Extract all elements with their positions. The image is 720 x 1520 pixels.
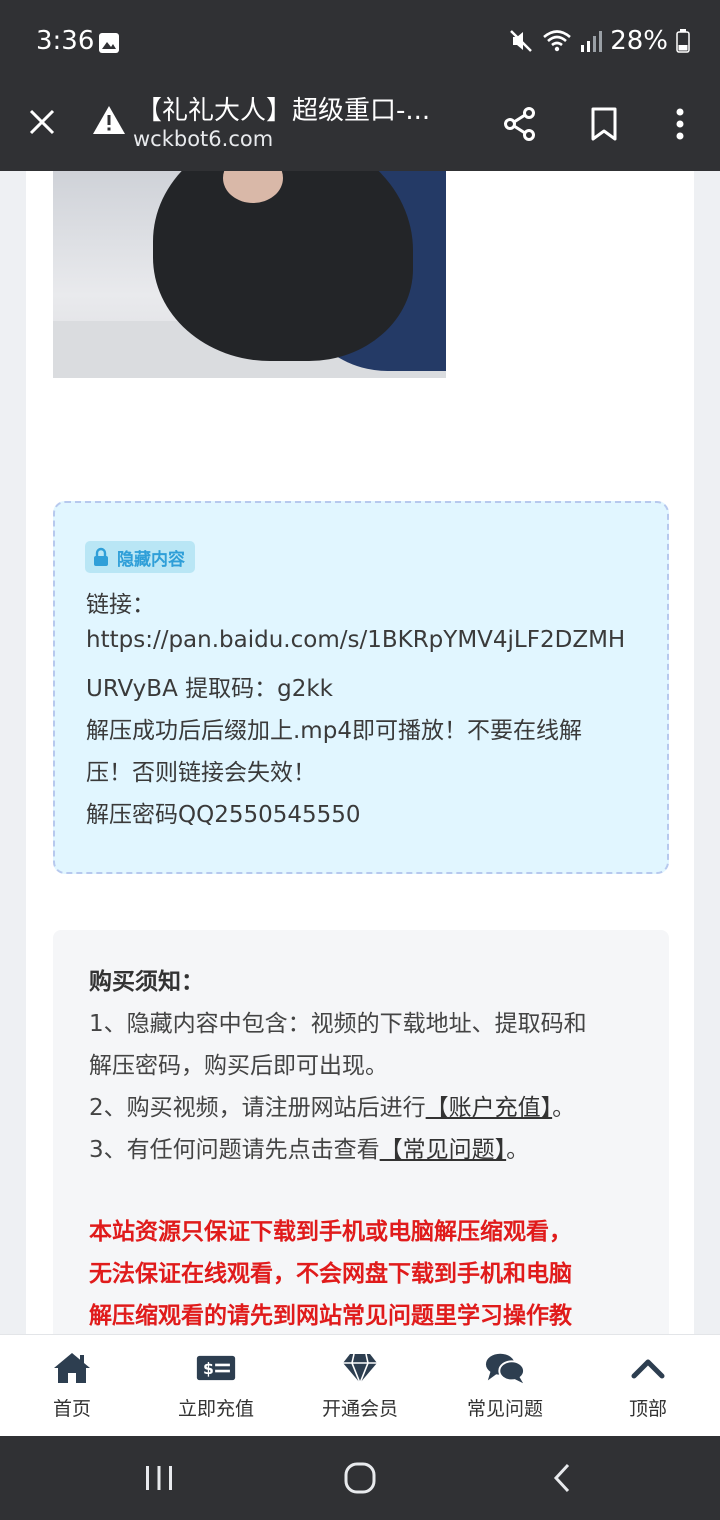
article-photo[interactable] — [53, 171, 446, 378]
notice-item2-suffix: 。 — [552, 1095, 576, 1121]
page-domain[interactable]: wckbot6.com — [133, 127, 273, 151]
recent-apps-button[interactable] — [129, 1456, 189, 1500]
nav-home-label: 首页 — [52, 1398, 91, 1420]
nav-vip[interactable]: 开通会员 — [300, 1335, 420, 1435]
notice-item2-text: 2、购买视频，请注册网站后进行 — [89, 1095, 426, 1121]
gallery-notification-icon — [99, 33, 119, 53]
hidden-content-badge-label: 隐藏内容 — [117, 549, 185, 570]
home-circle-icon — [344, 1462, 376, 1494]
notice-item1-line2: 解压密码，购买后即可出现。 — [89, 1053, 388, 1079]
notice-item3-text: 3、有任何问题请先点击查看 — [89, 1137, 380, 1163]
signal-icon — [581, 31, 603, 52]
nav-recharge[interactable]: $ 立即充值 — [156, 1335, 276, 1435]
bookmark-icon — [591, 107, 617, 141]
back-chevron-icon — [553, 1463, 570, 1493]
nav-top-label: 顶部 — [628, 1398, 667, 1420]
close-tab-button[interactable] — [18, 98, 66, 146]
hidden-content-box: 隐藏内容 链接： https://pan.baidu.com/s/1BKRpYM… — [53, 501, 669, 874]
android-nav-bar — [0, 1436, 720, 1520]
more-vertical-icon — [676, 108, 684, 140]
notice-title: 购买须知： — [89, 969, 204, 995]
status-time: 3:36 — [36, 26, 95, 56]
notice-item2: 2、购买视频，请注册网站后进行【账户充值】。 — [89, 1088, 575, 1122]
notice-item3-suffix: 。 — [506, 1137, 530, 1163]
article-card: 隐藏内容 链接： https://pan.baidu.com/s/1BKRpYM… — [26, 171, 694, 1334]
nav-faq[interactable]: 常见问题 — [445, 1335, 565, 1435]
wifi-icon — [543, 30, 572, 52]
lock-icon — [94, 547, 108, 566]
more-menu-button[interactable] — [654, 98, 706, 150]
back-button[interactable] — [532, 1456, 592, 1500]
unzip-note-line1: 解压成功后后缀加上.mp4即可播放！不要在线解 — [86, 718, 582, 744]
hidden-content-badge: 隐藏内容 — [85, 541, 195, 573]
close-icon — [29, 109, 55, 135]
unzip-note-line2: 压！否则链接会失效！ — [86, 760, 316, 786]
warning-line3: 解压缩观看的请先到网站常见问题里学习操作教 — [89, 1303, 572, 1329]
unzip-password: 解压密码QQ2550545550 — [86, 802, 361, 828]
home-icon — [54, 1353, 90, 1383]
share-button[interactable] — [494, 98, 546, 150]
nav-faq-label: 常见问题 — [466, 1398, 543, 1420]
notice-item3: 3、有任何问题请先点击查看【常见问题】。 — [89, 1130, 529, 1164]
nav-recharge-label: 立即充值 — [177, 1398, 254, 1420]
bookmark-button[interactable] — [578, 98, 630, 150]
svg-text:$: $ — [203, 1359, 214, 1378]
comments-icon — [485, 1353, 525, 1384]
battery-percent: 28% — [610, 26, 668, 56]
link-label: 链接： — [86, 592, 155, 618]
status-right-group: 28% — [508, 24, 690, 58]
account-recharge-link[interactable]: 【账户充值】 — [426, 1095, 553, 1121]
photo-shape-dark — [153, 171, 413, 361]
chevron-up-icon — [631, 1359, 665, 1379]
page-content[interactable]: 隐藏内容 链接： https://pan.baidu.com/s/1BKRpYM… — [0, 171, 720, 1334]
link-url-line1[interactable]: https://pan.baidu.com/s/1BKRpYMV4jLF2DZM… — [86, 627, 625, 653]
purchase-notice: 购买须知： 1、隐藏内容中包含：视频的下载地址、提取码和 解压密码，购买后即可出… — [53, 930, 669, 1334]
page-title[interactable]: 【礼礼大人】超级重口-... — [136, 90, 476, 127]
notice-item1-line1: 1、隐藏内容中包含：视频的下载地址、提取码和 — [89, 1011, 587, 1037]
battery-icon — [676, 29, 690, 53]
warning-line1: 本站资源只保证下载到手机或电脑解压缩观看， — [89, 1219, 572, 1245]
warning-icon[interactable] — [92, 104, 126, 136]
browser-toolbar: 【礼礼大人】超级重口-... wckbot6.com — [0, 80, 720, 171]
money-bill-icon: $ — [196, 1355, 236, 1381]
link-url-line2[interactable]: URVyBA 提取码：g2kk — [86, 669, 333, 703]
faq-link[interactable]: 【常见问题】 — [380, 1137, 507, 1163]
home-button[interactable] — [330, 1456, 390, 1500]
nav-top[interactable]: 顶部 — [588, 1335, 708, 1435]
share-icon — [504, 107, 535, 141]
diamond-icon — [343, 1353, 377, 1384]
warning-line2: 无法保证在线观看，不会网盘下载到手机和电脑 — [89, 1261, 572, 1287]
site-bottom-nav: 首页 $ 立即充值 开通会员 常见问题 顶部 — [0, 1334, 720, 1436]
nav-vip-label: 开通会员 — [321, 1398, 398, 1420]
status-bar: 3:36 28% — [0, 0, 720, 80]
recent-apps-icon — [146, 1466, 172, 1490]
nav-home[interactable]: 首页 — [12, 1335, 132, 1435]
mute-icon — [510, 30, 533, 52]
